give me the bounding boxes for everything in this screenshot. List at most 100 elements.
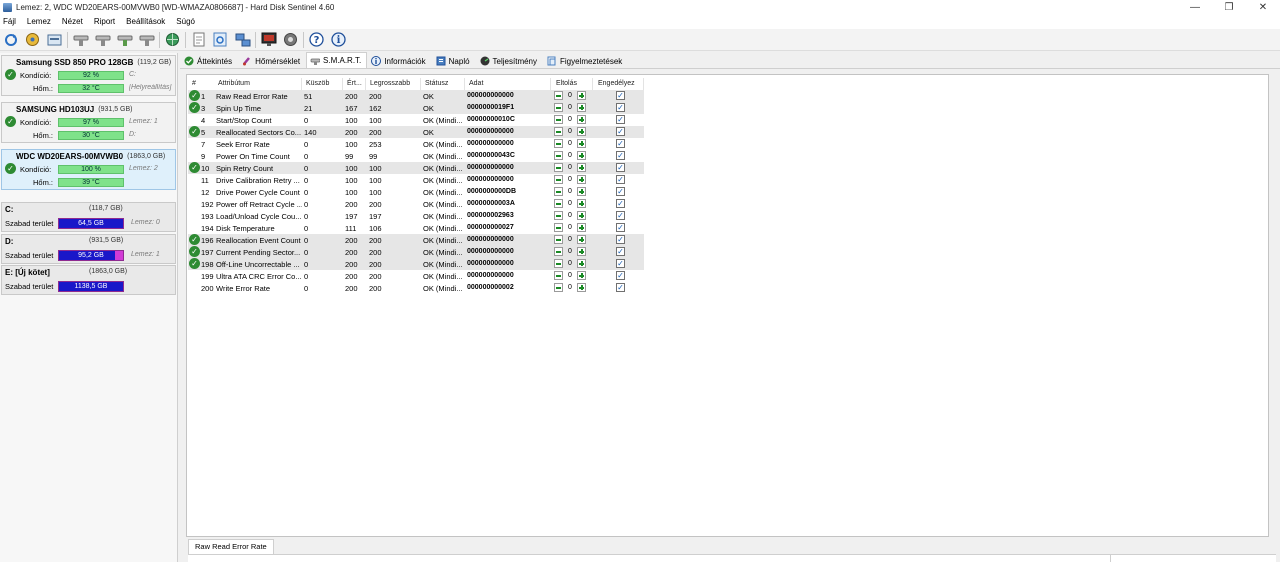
enable-checkbox[interactable]: ✓: [616, 247, 625, 256]
tab-alerts[interactable]: Figyelmeztetések: [543, 53, 628, 68]
menu-help[interactable]: Súgó: [176, 17, 195, 26]
table-row[interactable]: ✓ 196 Reallocation Event Count 0 200 200 OK (M…: [188, 234, 644, 246]
info-icon[interactable]: i: [330, 31, 347, 48]
col-header-threshold[interactable]: Küszöb: [306, 80, 329, 87]
close-icon[interactable]: ✕: [1246, 0, 1280, 14]
table-row[interactable]: 199 Ultra ATA CRC Error Co... 0 200 200 OK (M…: [188, 270, 644, 282]
tab-overview[interactable]: Áttekintés: [180, 53, 238, 68]
tab-performance[interactable]: Teljesítmény: [476, 53, 543, 68]
offset-increase-button[interactable]: [577, 91, 586, 100]
monitor-icon[interactable]: [260, 31, 277, 48]
offset-decrease-button[interactable]: [554, 187, 563, 196]
col-header-worst[interactable]: Legrosszabb: [370, 80, 410, 87]
offset-decrease-button[interactable]: [554, 91, 563, 100]
table-row[interactable]: 4 Start/Stop Count 0 100 100 OK (Mindi... 0000…: [188, 114, 644, 126]
offset-increase-button[interactable]: [577, 271, 586, 280]
enable-checkbox[interactable]: ✓: [616, 283, 625, 292]
refresh-icon[interactable]: [2, 31, 19, 48]
network-icon[interactable]: [234, 31, 251, 48]
offset-decrease-button[interactable]: [554, 247, 563, 256]
enable-checkbox[interactable]: ✓: [616, 91, 625, 100]
offset-increase-button[interactable]: [577, 283, 586, 292]
table-row[interactable]: ✓ 10 Spin Retry Count 0 100 100 OK (Mindi... 00…: [188, 162, 644, 174]
table-row[interactable]: ✓ 197 Current Pending Sector... 0 200 200 OK (…: [188, 246, 644, 258]
tab-smart[interactable]: S.M.A.R.T.: [306, 52, 368, 68]
enable-checkbox[interactable]: ✓: [616, 223, 625, 232]
offset-increase-button[interactable]: [577, 175, 586, 184]
offset-increase-button[interactable]: [577, 163, 586, 172]
enable-checkbox[interactable]: ✓: [616, 115, 625, 124]
minimize-icon[interactable]: —: [1178, 0, 1212, 14]
table-row[interactable]: 12 Drive Power Cycle Count 0 100 100 OK (Mind…: [188, 186, 644, 198]
col-header-id[interactable]: #: [192, 80, 196, 87]
offset-increase-button[interactable]: [577, 187, 586, 196]
tab-log[interactable]: Napló: [432, 53, 476, 68]
enable-checkbox[interactable]: ✓: [616, 187, 625, 196]
table-row[interactable]: 193 Load/Unload Cycle Cou... 0 197 197 OK (Mi…: [188, 210, 644, 222]
enable-checkbox[interactable]: ✓: [616, 175, 625, 184]
enable-checkbox[interactable]: ✓: [616, 127, 625, 136]
volume-card[interactable]: D: (931,5 GB) Szabad terület 95,2 GB Lem…: [1, 234, 176, 264]
table-row[interactable]: 200 Write Error Rate 0 200 200 OK (Mindi... 00…: [188, 282, 644, 294]
tab-temperature[interactable]: Hőmérséklet: [238, 53, 306, 68]
offset-increase-button[interactable]: [577, 103, 586, 112]
table-row[interactable]: ✓ 198 Off-Line Uncorrectable ... 0 200 200 OK …: [188, 258, 644, 270]
offset-decrease-button[interactable]: [554, 271, 563, 280]
col-header-attribute[interactable]: Attribútum: [218, 80, 250, 87]
offset-increase-button[interactable]: [577, 151, 586, 160]
table-row[interactable]: ✓ 5 Reallocated Sectors Co... 140 200 200 OK 00…: [188, 126, 644, 138]
offset-decrease-button[interactable]: [554, 223, 563, 232]
enable-checkbox[interactable]: ✓: [616, 151, 625, 160]
col-header-offset[interactable]: Eltolás: [556, 80, 577, 87]
enable-checkbox[interactable]: ✓: [616, 211, 625, 220]
offset-decrease-button[interactable]: [554, 127, 563, 136]
settings-icon[interactable]: [282, 31, 299, 48]
volume-card[interactable]: C: (118,7 GB) Szabad terület 64,5 GB Lem…: [1, 202, 176, 232]
offset-increase-button[interactable]: [577, 139, 586, 148]
disk-card[interactable]: SAMSUNG HD103UJ (931,5 GB) ✓ Kondíció: 9…: [1, 102, 176, 143]
enable-checkbox[interactable]: ✓: [616, 163, 625, 172]
table-row[interactable]: 9 Power On Time Count 0 99 99 OK (Mindi... 000…: [188, 150, 644, 162]
globe-icon[interactable]: [164, 31, 181, 48]
offset-decrease-button[interactable]: [554, 103, 563, 112]
offset-increase-button[interactable]: [577, 259, 586, 268]
test-icon[interactable]: [138, 31, 155, 48]
volume-card[interactable]: E: [Új kötet] (1863,0 GB) Szabad terület…: [1, 265, 176, 295]
disk-info-icon[interactable]: [24, 31, 41, 48]
offset-decrease-button[interactable]: [554, 235, 563, 244]
menu-disk[interactable]: Lemez: [27, 17, 51, 26]
offset-decrease-button[interactable]: [554, 163, 563, 172]
offset-increase-button[interactable]: [577, 223, 586, 232]
menu-file[interactable]: Fájl: [3, 17, 16, 26]
table-row[interactable]: ✓ 3 Spin Up Time 21 167 162 OK 0000000019F1 0 ✓: [188, 102, 644, 114]
page-icon[interactable]: [190, 31, 207, 48]
offset-increase-button[interactable]: [577, 115, 586, 124]
enable-checkbox[interactable]: ✓: [616, 259, 625, 268]
offset-increase-button[interactable]: [577, 247, 586, 256]
disk-card-selected[interactable]: WDC WD20EARS-00MVWB0 (1863,0 GB) ✓ Kondí…: [1, 149, 176, 190]
test-icon[interactable]: [72, 31, 89, 48]
col-header-enable[interactable]: Engedélyez: [598, 80, 635, 87]
menu-settings[interactable]: Beállítások: [126, 17, 165, 26]
table-row[interactable]: 11 Drive Calibration Retry ... 0 100 100 OK (…: [188, 174, 644, 186]
tab-information[interactable]: Információk: [367, 53, 431, 68]
detail-tab[interactable]: Raw Read Error Rate: [188, 539, 274, 554]
offset-decrease-button[interactable]: [554, 139, 563, 148]
offset-increase-button[interactable]: [577, 211, 586, 220]
enable-checkbox[interactable]: ✓: [616, 199, 625, 208]
offset-decrease-button[interactable]: [554, 259, 563, 268]
offset-increase-button[interactable]: [577, 235, 586, 244]
offset-decrease-button[interactable]: [554, 175, 563, 184]
disk-card[interactable]: Samsung SSD 850 PRO 128GB (119,2 GB) Le …: [1, 55, 176, 96]
enable-checkbox[interactable]: ✓: [616, 103, 625, 112]
table-row[interactable]: 192 Power off Retract Cycle ... 0 200 200 OK …: [188, 198, 644, 210]
offset-decrease-button[interactable]: [554, 199, 563, 208]
help-icon[interactable]: ?: [308, 31, 325, 48]
offset-decrease-button[interactable]: [554, 283, 563, 292]
col-header-status[interactable]: Státusz: [425, 80, 448, 87]
offset-decrease-button[interactable]: [554, 115, 563, 124]
offset-increase-button[interactable]: [577, 199, 586, 208]
test-icon[interactable]: [94, 31, 111, 48]
menu-report[interactable]: Riport: [94, 17, 115, 26]
restore-icon[interactable]: ❐: [1212, 0, 1246, 14]
